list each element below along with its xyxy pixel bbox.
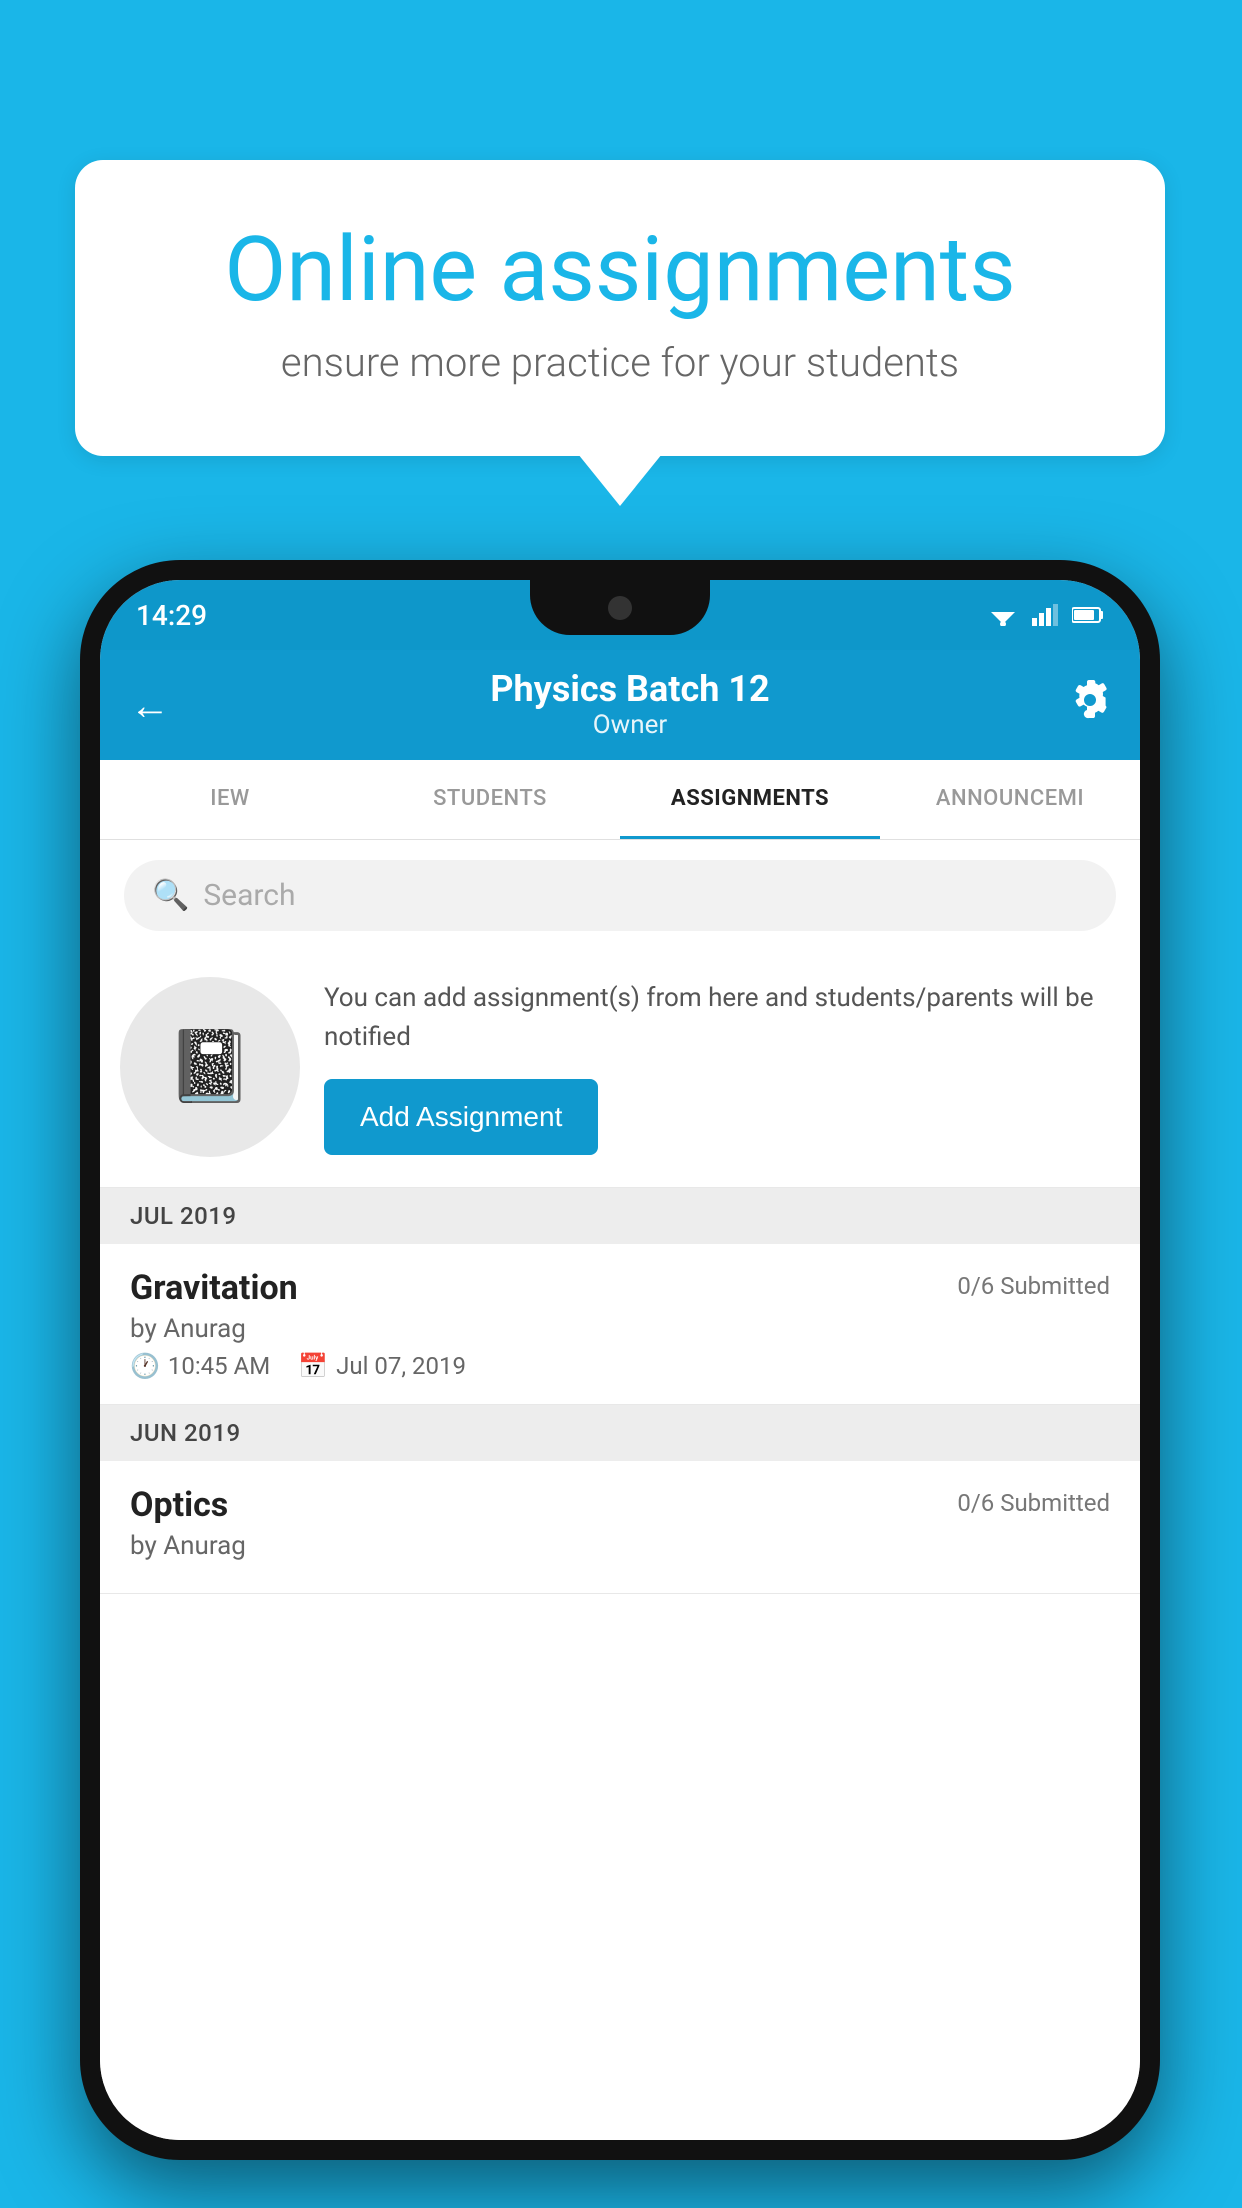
scroll-content: 🔍 Search 📓 You can add assignment(s) fro… bbox=[100, 840, 1140, 2140]
promo-description: You can add assignment(s) from here and … bbox=[324, 979, 1110, 1057]
phone-mockup: 14:29 bbox=[80, 560, 1160, 2160]
speech-bubble-subtitle: ensure more practice for your students bbox=[155, 339, 1085, 386]
settings-button[interactable] bbox=[1070, 680, 1110, 730]
assignment-by: by Anurag bbox=[130, 1531, 1110, 1561]
notebook-icon: 📓 bbox=[166, 1026, 253, 1108]
meta-time: 🕐 10:45 AM bbox=[130, 1352, 270, 1380]
search-placeholder: Search bbox=[203, 878, 295, 913]
assignment-row: Gravitation 0/6 Submitted bbox=[130, 1268, 1110, 1308]
search-bar[interactable]: 🔍 Search bbox=[124, 860, 1116, 931]
assignment-row: Optics 0/6 Submitted bbox=[130, 1485, 1110, 1525]
speech-bubble-title: Online assignments bbox=[155, 220, 1085, 319]
phone-notch bbox=[530, 580, 710, 635]
month-header-jul-2019: JUL 2019 bbox=[100, 1188, 1140, 1244]
assignment-meta: 🕐 10:45 AM 📅 Jul 07, 2019 bbox=[130, 1352, 1110, 1380]
status-icons bbox=[988, 604, 1104, 626]
app-header: ← Physics Batch 12 Owner bbox=[100, 650, 1140, 760]
assignment-name: Optics bbox=[130, 1485, 228, 1525]
assignment-submitted: 0/6 Submitted bbox=[957, 1268, 1110, 1300]
tab-students[interactable]: STUDENTS bbox=[360, 760, 620, 839]
month-header-jun-2019: JUN 2019 bbox=[100, 1405, 1140, 1461]
search-icon: 🔍 bbox=[152, 878, 189, 913]
header-center: Physics Batch 12 Owner bbox=[190, 670, 1070, 740]
battery-icon bbox=[1072, 606, 1104, 624]
header-subtitle: Owner bbox=[190, 710, 1070, 740]
meta-date: 📅 Jul 07, 2019 bbox=[298, 1352, 466, 1380]
calendar-icon: 📅 bbox=[298, 1352, 328, 1380]
tab-announcements[interactable]: ANNOUNCEMI bbox=[880, 760, 1140, 839]
promo-text-area: You can add assignment(s) from here and … bbox=[324, 979, 1110, 1155]
clock-icon: 🕐 bbox=[130, 1352, 160, 1380]
header-title: Physics Batch 12 bbox=[190, 670, 1070, 710]
assignment-submitted: 0/6 Submitted bbox=[957, 1485, 1110, 1517]
speech-bubble-container: Online assignments ensure more practice … bbox=[75, 160, 1165, 456]
assignment-date: Jul 07, 2019 bbox=[336, 1352, 466, 1380]
tab-iew[interactable]: IEW bbox=[100, 760, 360, 839]
camera bbox=[608, 596, 632, 620]
status-time: 14:29 bbox=[136, 599, 207, 632]
wifi-icon bbox=[988, 604, 1018, 626]
tab-assignments[interactable]: ASSIGNMENTS bbox=[620, 760, 880, 839]
promo-icon-circle: 📓 bbox=[120, 977, 300, 1157]
assignment-item-gravitation[interactable]: Gravitation 0/6 Submitted by Anurag 🕐 10… bbox=[100, 1244, 1140, 1405]
phone-screen: 14:29 bbox=[100, 580, 1140, 2140]
assignment-name: Gravitation bbox=[130, 1268, 298, 1308]
signal-icon bbox=[1032, 604, 1058, 626]
add-assignment-button[interactable]: Add Assignment bbox=[324, 1079, 598, 1155]
assignment-by: by Anurag bbox=[130, 1314, 1110, 1344]
promo-block: 📓 You can add assignment(s) from here an… bbox=[100, 947, 1140, 1188]
assignment-item-optics[interactable]: Optics 0/6 Submitted by Anurag bbox=[100, 1461, 1140, 1594]
assignment-time: 10:45 AM bbox=[168, 1352, 270, 1380]
gear-icon bbox=[1070, 680, 1110, 720]
phone-frame: 14:29 bbox=[80, 560, 1160, 2160]
back-button[interactable]: ← bbox=[130, 682, 170, 729]
tabs-bar: IEW STUDENTS ASSIGNMENTS ANNOUNCEMI bbox=[100, 760, 1140, 840]
speech-bubble: Online assignments ensure more practice … bbox=[75, 160, 1165, 456]
